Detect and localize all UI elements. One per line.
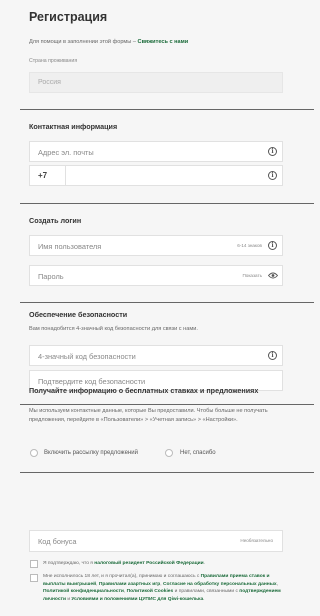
terms-text-1: Мне исполнилось 18 лет, и я прочитал(а),… [43, 574, 200, 579]
terms-text-6: и правилами, связанными с [174, 589, 238, 595]
info-icon[interactable]: i [268, 351, 277, 360]
section-divider [20, 302, 314, 303]
offers-text: Мы используем контактные данные, которые… [29, 408, 268, 423]
tax-resident-link[interactable]: налоговый резидент Российской Федерации [94, 561, 203, 566]
contact-us-link[interactable]: Свяжитесь с нами [138, 39, 189, 45]
phone-prefix-label: +7 [38, 171, 48, 180]
page-title: Регистрация [29, 10, 108, 24]
terms-text-2: , [96, 581, 98, 587]
email-placeholder: Адрес эл. почты [38, 148, 94, 157]
section-divider [20, 109, 314, 110]
offers-yes-label[interactable]: Включить рассылку предложений [44, 450, 138, 456]
country-value: Россия [38, 79, 61, 86]
phone-field[interactable]: +7 i [29, 165, 283, 186]
help-text-label: Для помощи в заполнении этой формы – [29, 39, 136, 45]
username-placeholder: Имя пользователя [38, 242, 102, 251]
confirm-code-placeholder: Подтвердите код безопасности [38, 377, 146, 386]
offers-no-label[interactable]: Нет, спасибо [180, 450, 216, 456]
terms-text-5: , [123, 589, 126, 595]
bonus-code-placeholder: Код бонуса [38, 537, 77, 546]
privacy-policy-link[interactable]: Политикой конфиденциальности [43, 589, 124, 594]
section-divider [20, 404, 314, 405]
section-divider [20, 203, 314, 204]
contact-section-title: Контактная информация [29, 122, 118, 131]
cookie-policy-link[interactable]: Политикой Cookies [127, 589, 174, 594]
offers-yes-radio[interactable] [30, 449, 38, 457]
security-code-field[interactable]: 4-значный код безопасности i [29, 345, 283, 366]
security-note: Вам понадобится 4-значный код безопаснос… [29, 326, 198, 332]
gambling-rules-link[interactable]: Правилами азартных игр [99, 582, 160, 587]
personal-data-consent-link[interactable]: Согласие на обработку персональных данны… [163, 582, 277, 587]
qiwi-terms-link[interactable]: Условиями и положениями ЦУПИС для Qiwi-к… [71, 597, 203, 602]
phone-prefix: +7 [30, 166, 66, 185]
terms-text-3: , [160, 581, 162, 587]
terms-text-7: и [67, 596, 71, 602]
offers-no-radio[interactable] [165, 449, 173, 457]
password-field[interactable]: Пароль Показать [29, 265, 283, 286]
password-placeholder: Пароль [38, 272, 64, 281]
security-section-title: Обеспечение безопасности [29, 310, 128, 319]
username-field[interactable]: Имя пользователя 6-14 знаков i [29, 235, 283, 256]
info-icon[interactable]: i [268, 171, 277, 180]
terms-text-4: , [276, 581, 278, 587]
help-text: Для помощи в заполнении этой формы – Свя… [29, 39, 188, 45]
section-divider [20, 472, 314, 473]
bonus-code-field[interactable]: Код бонуса Необязательно [29, 530, 283, 552]
terms-text: Мне исполнилось 18 лет, и я прочитал(а),… [43, 573, 283, 603]
info-icon[interactable]: i [268, 147, 277, 156]
email-field[interactable]: Адрес эл. почты i [29, 141, 283, 162]
offers-section-title: Получайте информацию о бесплатных ставка… [29, 386, 259, 395]
country-label: Страна проживания [29, 58, 78, 64]
terms-checkbox[interactable] [30, 574, 38, 582]
terms-text-8: . [203, 596, 205, 602]
username-hint: 6-14 знаков [237, 243, 262, 248]
tax-resident-text: Я подтверждаю, что я налоговый резидент … [43, 560, 283, 568]
tax-text-after: . [203, 561, 205, 566]
registration-form: Регистрация Для помощи в заполнении этой… [0, 0, 314, 616]
tax-text-before: Я подтверждаю, что я [43, 561, 93, 566]
show-password-toggle[interactable]: Показать [242, 273, 262, 278]
eye-icon[interactable] [268, 272, 278, 279]
bonus-code-hint: Необязательно [240, 538, 273, 543]
country-field: Россия [29, 72, 283, 93]
tax-resident-checkbox[interactable] [30, 560, 38, 568]
info-icon[interactable]: i [268, 241, 277, 250]
login-section-title: Создать логин [29, 216, 82, 225]
security-code-placeholder: 4-значный код безопасности [38, 352, 136, 361]
